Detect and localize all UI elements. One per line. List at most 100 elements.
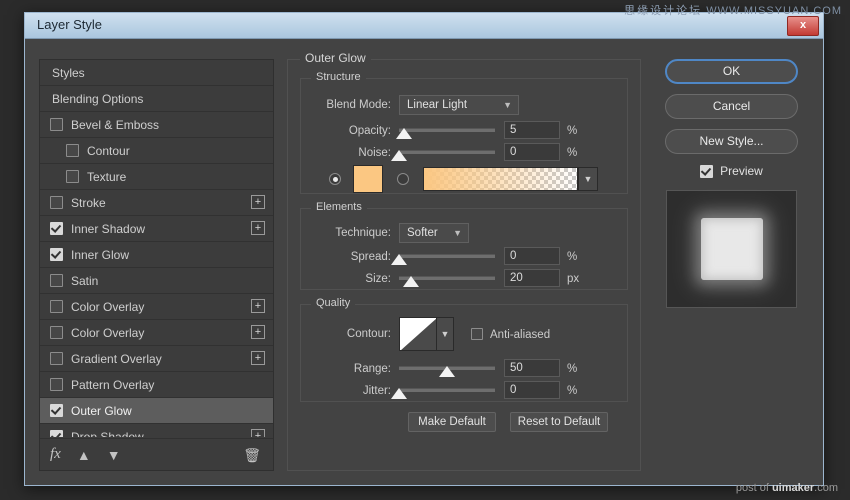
style-checkbox[interactable] bbox=[50, 430, 63, 437]
ok-button[interactable]: OK bbox=[665, 59, 798, 84]
style-checkbox[interactable] bbox=[50, 196, 63, 209]
chevron-down-icon: ▼ bbox=[453, 224, 462, 243]
styles-list: Styles Blending Options Bevel & EmbossCont… bbox=[40, 60, 273, 437]
quality-group: Quality Contour: ▼ Anti-aliased Range: bbox=[300, 304, 628, 402]
preview-checkbox[interactable] bbox=[700, 165, 713, 178]
style-row-outer-glow[interactable]: Outer Glow bbox=[40, 398, 273, 424]
range-slider[interactable] bbox=[399, 359, 495, 379]
style-row-texture[interactable]: Texture bbox=[40, 164, 273, 190]
blend-mode-select[interactable]: Linear Light ▼ bbox=[399, 95, 519, 115]
style-checkbox[interactable] bbox=[50, 118, 63, 131]
jitter-slider[interactable] bbox=[399, 381, 495, 401]
style-row-pattern-overlay[interactable]: Pattern Overlay bbox=[40, 372, 273, 398]
glow-gradient-swatch[interactable] bbox=[423, 167, 578, 191]
style-checkbox[interactable] bbox=[50, 352, 63, 365]
dialog-body: Styles Blending Options Bevel & EmbossCont… bbox=[25, 39, 823, 485]
noise-unit: % bbox=[567, 143, 577, 163]
close-icon[interactable]: x bbox=[787, 16, 819, 36]
gradient-picker-chevron-down-icon[interactable]: ▼ bbox=[578, 167, 598, 191]
gradient-fill bbox=[424, 168, 577, 190]
range-input[interactable]: 50 bbox=[504, 359, 560, 377]
noise-slider[interactable] bbox=[399, 143, 495, 163]
style-row-stroke[interactable]: Stroke+ bbox=[40, 190, 273, 216]
contour-picker-chevron-down-icon[interactable]: ▼ bbox=[437, 317, 454, 351]
style-checkbox[interactable] bbox=[50, 378, 63, 391]
style-row-contour[interactable]: Contour bbox=[40, 138, 273, 164]
watermark-bottom-prefix: post of bbox=[736, 482, 772, 494]
style-row-label: Styles bbox=[52, 66, 85, 80]
add-effect-plus-icon[interactable]: + bbox=[251, 325, 265, 339]
fill-gradient-radio[interactable] bbox=[397, 173, 409, 185]
spread-label: Spread: bbox=[301, 247, 391, 267]
style-checkbox[interactable] bbox=[50, 326, 63, 339]
add-effect-plus-icon[interactable]: + bbox=[251, 195, 265, 209]
slider-track bbox=[399, 128, 495, 132]
trash-icon[interactable]: 🗑 bbox=[243, 448, 261, 462]
add-effect-plus-icon[interactable]: + bbox=[251, 299, 265, 313]
move-up-icon[interactable]: ▲ bbox=[77, 448, 91, 462]
preview-shape bbox=[701, 218, 763, 280]
style-row-blending-options[interactable]: Blending Options bbox=[40, 86, 273, 112]
noise-input[interactable]: 0 bbox=[504, 143, 560, 161]
add-effect-plus-icon[interactable]: + bbox=[251, 429, 265, 437]
style-row-label: Drop Shadow bbox=[71, 430, 144, 438]
style-checkbox[interactable] bbox=[66, 144, 79, 157]
opacity-slider[interactable] bbox=[399, 121, 495, 141]
reset-to-default-button[interactable]: Reset to Default bbox=[510, 412, 608, 432]
fx-icon[interactable]: fx bbox=[50, 447, 61, 462]
add-effect-plus-icon[interactable]: + bbox=[251, 221, 265, 235]
style-checkbox[interactable] bbox=[50, 300, 63, 313]
style-row-color-overlay[interactable]: Color Overlay + bbox=[40, 320, 273, 346]
preview-thumbnail bbox=[666, 190, 797, 308]
add-effect-plus-icon[interactable]: + bbox=[251, 351, 265, 365]
size-slider[interactable] bbox=[399, 269, 495, 289]
make-default-button[interactable]: Make Default bbox=[408, 412, 496, 432]
glow-color-swatch[interactable] bbox=[353, 165, 383, 193]
style-checkbox[interactable] bbox=[50, 222, 63, 235]
slider-thumb[interactable] bbox=[439, 366, 455, 377]
style-row-label: Pattern Overlay bbox=[71, 378, 154, 392]
style-row-label: Satin bbox=[71, 274, 98, 288]
style-row-label: Color Overlay bbox=[71, 326, 144, 340]
structure-group: Structure Blend Mode: Linear Light ▼ Opa… bbox=[300, 78, 628, 194]
style-row-styles[interactable]: Styles bbox=[40, 60, 273, 86]
preview-toggle[interactable]: Preview bbox=[665, 164, 798, 178]
style-checkbox[interactable] bbox=[66, 170, 79, 183]
fill-color-radio[interactable] bbox=[329, 173, 341, 185]
style-row-satin[interactable]: Satin bbox=[40, 268, 273, 294]
watermark-bottom-brand: uimaker bbox=[772, 482, 814, 494]
layer-style-dialog: Layer Style x StylesBlending OptionsBeve… bbox=[24, 12, 824, 486]
opacity-input[interactable]: 5 bbox=[504, 121, 560, 139]
size-input[interactable]: 20 bbox=[504, 269, 560, 287]
style-row-drop-shadow[interactable]: Drop Shadow + bbox=[40, 424, 273, 437]
contour-swatch[interactable] bbox=[399, 317, 437, 351]
slider-thumb[interactable] bbox=[396, 128, 412, 139]
spread-input[interactable]: 0 bbox=[504, 247, 560, 265]
style-row-bevel-emboss[interactable]: Bevel & Emboss bbox=[40, 112, 273, 138]
jitter-label: Jitter: bbox=[301, 381, 391, 401]
slider-thumb[interactable] bbox=[391, 388, 407, 399]
watermark-bottom: post of uimaker.com bbox=[736, 482, 838, 494]
style-checkbox[interactable] bbox=[50, 274, 63, 287]
anti-aliased-checkbox[interactable] bbox=[471, 328, 483, 340]
style-row-label: Blending Options bbox=[52, 92, 143, 106]
style-row-gradient-overlay[interactable]: Gradient Overlay + bbox=[40, 346, 273, 372]
spread-slider[interactable] bbox=[399, 247, 495, 267]
style-row-label: Gradient Overlay bbox=[71, 352, 162, 366]
technique-select[interactable]: Softer ▼ bbox=[399, 223, 469, 243]
cancel-button[interactable]: Cancel bbox=[665, 94, 798, 119]
jitter-input[interactable]: 0 bbox=[504, 381, 560, 399]
range-label: Range: bbox=[301, 359, 391, 379]
style-checkbox[interactable] bbox=[50, 248, 63, 261]
new-style-button[interactable]: New Style... bbox=[665, 129, 798, 154]
preview-label: Preview bbox=[720, 164, 763, 178]
technique-value: Softer bbox=[407, 227, 438, 239]
slider-thumb[interactable] bbox=[391, 150, 407, 161]
style-checkbox[interactable] bbox=[50, 404, 63, 417]
slider-thumb[interactable] bbox=[391, 254, 407, 265]
style-row-inner-glow[interactable]: Inner Glow bbox=[40, 242, 273, 268]
style-row-color-overlay[interactable]: Color Overlay+ bbox=[40, 294, 273, 320]
move-down-icon[interactable]: ▼ bbox=[107, 448, 121, 462]
slider-thumb[interactable] bbox=[403, 276, 419, 287]
style-row-inner-shadow[interactable]: Inner Shadow+ bbox=[40, 216, 273, 242]
